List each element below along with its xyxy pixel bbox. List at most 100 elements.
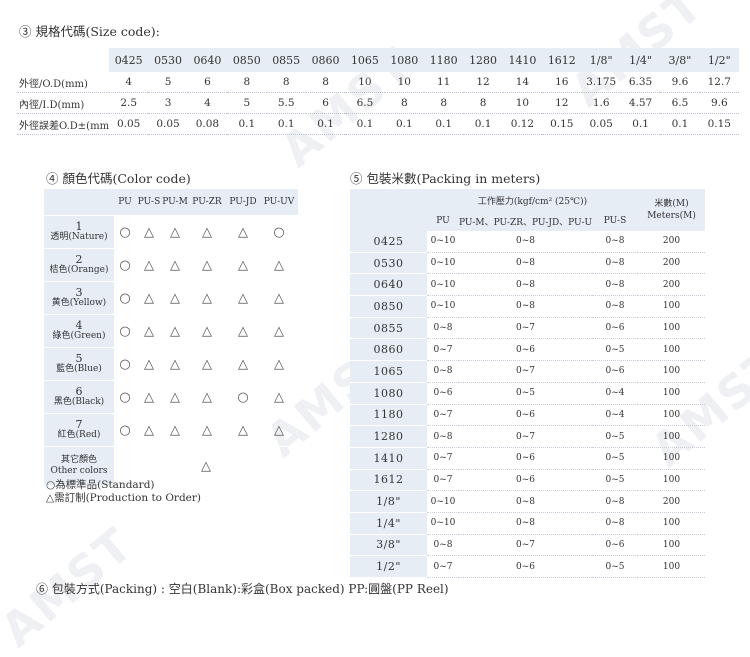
standard-circle-mark: ○ (114, 281, 136, 315)
pus-pressure-cell: 0~8 (592, 231, 639, 253)
order-triangle-mark: △ (162, 413, 188, 447)
packing-header-row: 工作壓力(kgf/cm² (25℃)) 米數(M) Meters(M) (350, 189, 706, 231)
meters-cell: 100 (638, 534, 706, 557)
size-value-cell: 0.05 (109, 113, 149, 135)
meters-cell: 100 (638, 425, 706, 448)
packing-section-title: ⑤ 包裝米數(Packing in meters) (350, 171, 541, 186)
size-value-cell: 8 (227, 72, 267, 93)
color-column-header: PU-JD (226, 189, 260, 216)
packing-row: 1410 0~7 0~6 0~5 100 (350, 447, 706, 470)
order-triangle-mark: △ (188, 215, 226, 249)
meters-cell: 100 (638, 469, 706, 492)
meters-cell: 100 (638, 512, 706, 535)
order-triangle-mark: △ (136, 380, 162, 414)
group-pressure-cell: 0~6 (459, 555, 592, 578)
size-code-cell: 1180 (424, 48, 464, 72)
size-code-cell: 0425 (109, 48, 149, 72)
size-code-cell: 0860 (305, 48, 346, 72)
color-column-header: PU (114, 189, 136, 216)
size-header-blank (17, 48, 109, 72)
pus-pressure-cell: 0~6 (592, 317, 639, 340)
size-value-cell: 6 (187, 72, 228, 93)
packing-size-code: 0425 (350, 231, 427, 253)
color-number: 3 (75, 286, 83, 299)
size-value-cell: 0.1 (345, 113, 385, 135)
color-code-table: PU PU-S PU-M PU-ZR PU-JD PU-UV 1 透明(Nature) ○ △ △ △… (44, 189, 298, 486)
order-triangle-mark: △ (136, 347, 162, 381)
pu-pressure-cell: 0~7 (427, 469, 459, 492)
group-pressure-cell: 0~5 (459, 382, 592, 405)
meters-cell: 100 (638, 555, 706, 578)
size-value-cell: 5 (148, 72, 188, 93)
color-number: 2 (75, 253, 83, 266)
size-value-cell: 0.05 (148, 113, 188, 135)
order-triangle-mark: △ (136, 413, 162, 447)
packing-row: 1280 0~8 0~7 0~5 100 (350, 425, 706, 448)
order-triangle-mark: △ (162, 215, 188, 249)
color-number: 5 (75, 352, 83, 365)
meters-cell: 100 (638, 404, 706, 427)
color-row-label: 3 黄色(Yellow) (44, 281, 114, 315)
meters-cell: 100 (638, 447, 706, 470)
size-row: 內徑/I.D(mm) 2.5 3 4 5 5.5 6 6.5 8 8 8 10 12 1.6 4.57 6.5… (17, 92, 739, 114)
color-row: 1 透明(Nature) ○ △ △ △ △ ○ (44, 215, 298, 249)
size-value-cell: 10 (384, 72, 424, 93)
group-pressure-cell: 0~6 (459, 469, 592, 492)
size-code-cell: 1/8" (581, 48, 621, 72)
packing-size-code: 1180 (350, 404, 427, 427)
size-value-cell: 0.05 (581, 113, 621, 135)
color-row: 5 藍色(Blue) ○ △ △ △ △ △ (44, 347, 298, 381)
size-value-cell: 16 (542, 72, 582, 93)
order-triangle-mark: △ (226, 215, 260, 249)
color-number: 1 (75, 220, 83, 233)
order-triangle-mark: △ (162, 281, 188, 315)
size-row: 外徑/O.D(mm) 4 5 6 8 8 8 10 10 11 12 14 16 3.175 6.35 9.6… (17, 72, 739, 93)
order-triangle-mark: △ (188, 281, 226, 315)
pus-pressure-cell: 0~6 (592, 360, 639, 383)
size-value-cell: 0.1 (424, 113, 464, 135)
pu-pressure-cell: 0~8 (427, 425, 459, 448)
size-value-cell: 8 (384, 92, 424, 114)
packing-row: 1/8" 0~10 0~8 0~8 200 (350, 490, 706, 513)
pus-pressure-cell: 0~4 (592, 382, 639, 405)
pus-pressure-cell: 0~8 (592, 512, 639, 535)
color-column-header: PU-UV (260, 189, 298, 216)
size-code-cell: 1065 (345, 48, 385, 72)
meters-header-en: Meters(M) (647, 211, 696, 221)
size-code-cell: 1280 (463, 48, 503, 72)
color-column-header: PU-ZR (188, 189, 226, 216)
pu-pressure-cell: 0~10 (427, 295, 459, 318)
color-row-label: 1 透明(Nature) (44, 215, 114, 249)
size-value-cell: 0.1 (266, 113, 306, 135)
size-value-cell: 4 (109, 72, 149, 93)
size-row-label: 外徑/O.D(mm) (17, 72, 109, 93)
packing-row: 0425 0~10 0~8 0~8 200 (350, 231, 706, 253)
order-triangle-mark: △ (226, 314, 260, 348)
color-row: 7 紅色(Red) ○ △ △ △ △ △ (44, 413, 298, 447)
pu-pressure-cell: 0~10 (427, 231, 459, 253)
pus-pressure-cell: 0~8 (592, 490, 639, 513)
packing-row: 0530 0~10 0~8 0~8 200 (350, 252, 706, 275)
group-pressure-cell: 0~8 (459, 512, 592, 535)
size-value-cell: 3.175 (581, 72, 621, 93)
pu-pressure-cell: 0~10 (427, 252, 459, 275)
pus-pressure-cell: 0~5 (592, 469, 639, 492)
group-pressure-cell: 0~8 (459, 252, 592, 275)
order-triangle-mark: △ (260, 314, 298, 348)
packing-size-code: 1/4" (350, 512, 427, 535)
color-column-header: PU-M (162, 189, 188, 216)
size-value-cell: 0.12 (502, 113, 543, 135)
size-value-cell: 2.5 (109, 92, 149, 114)
size-value-cell: 0.15 (542, 113, 582, 135)
pus-pressure-cell: 0~8 (592, 273, 639, 297)
pu-pressure-cell: 0~7 (427, 404, 459, 427)
size-value-cell: 6 (305, 92, 346, 114)
color-name: 藍色(Blue) (56, 364, 102, 374)
order-triangle-mark: △ (162, 347, 188, 381)
pu-pressure-cell: 0~10 (427, 512, 459, 535)
size-value-cell: 14 (502, 72, 543, 93)
size-value-cell: 1.6 (581, 92, 621, 114)
packing-table: 工作壓力(kgf/cm² (25℃)) 米數(M) Meters(M) PU PU-M、… (350, 189, 706, 578)
color-name: 黄色(Yellow) (51, 298, 107, 308)
packing-row: 1/4" 0~10 0~8 0~8 100 (350, 512, 706, 535)
